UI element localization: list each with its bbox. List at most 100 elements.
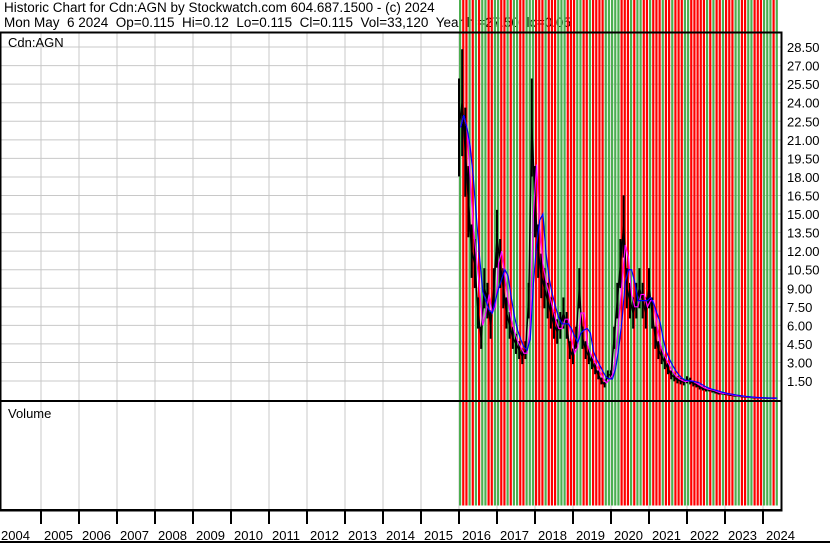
price-tick-label: 25.50 xyxy=(787,77,820,92)
volume-bar xyxy=(645,0,649,506)
volume-bar xyxy=(557,0,560,506)
year-tick-label: 2008 xyxy=(158,528,187,543)
volume-bar xyxy=(709,0,712,506)
volume-bar xyxy=(687,0,690,506)
volume-bar xyxy=(674,0,677,506)
volume-bar xyxy=(554,0,557,506)
price-tick-label: 7.50 xyxy=(787,300,812,315)
volume-bar xyxy=(652,0,655,506)
year-tick-label: 2006 xyxy=(82,528,111,543)
year-tick-label: 2011 xyxy=(272,528,300,543)
volume-bar xyxy=(582,0,585,506)
volume-bar xyxy=(614,0,617,506)
volume-bar xyxy=(655,0,658,506)
volume-bar xyxy=(630,0,633,506)
volume-bar xyxy=(702,0,706,506)
year-tick-label: 2023 xyxy=(728,528,757,543)
price-tick-label: 19.50 xyxy=(787,151,820,166)
volume-bar xyxy=(519,0,522,506)
year-tick-label: 2018 xyxy=(538,528,567,543)
volume-bar xyxy=(731,0,734,506)
year-tick-label: 2020 xyxy=(614,528,643,543)
stock-chart: 28.50 27.00 25.50 24.00 22.50 21.00 19.50 18.00… xyxy=(0,0,830,543)
volume-bar xyxy=(668,0,671,506)
price-panel-title: Cdn:AGN xyxy=(8,35,64,50)
price-tick-label: 4.50 xyxy=(787,337,812,352)
volume-panel-title: Volume xyxy=(8,406,51,421)
volume-bar xyxy=(598,0,601,506)
volume-bar xyxy=(516,0,519,506)
volume-bar xyxy=(683,0,687,506)
volume-bar xyxy=(750,0,753,506)
volume-bar xyxy=(601,0,604,506)
volume-bar xyxy=(775,0,778,506)
volume-bar xyxy=(509,0,512,506)
price-tick-label: 12.00 xyxy=(787,244,820,259)
volume-bar xyxy=(706,0,709,506)
volume-bar xyxy=(712,0,715,506)
volume-bar xyxy=(563,0,566,506)
volume-bar xyxy=(566,0,569,506)
year-tick-label: 2015 xyxy=(424,528,453,543)
volume-bar xyxy=(468,0,471,506)
plot-frame xyxy=(0,31,783,512)
volume-bar xyxy=(728,0,731,506)
volume-bar xyxy=(522,0,525,506)
volume-bar xyxy=(490,0,493,506)
volume-bar xyxy=(649,0,652,506)
volume-bar xyxy=(595,0,598,506)
price-tick-label: 28.50 xyxy=(787,40,820,55)
volume-bar xyxy=(569,0,573,506)
year-tick-label: 2004 xyxy=(1,528,30,543)
volume-bar xyxy=(465,0,468,506)
price-tick-label: 16.50 xyxy=(787,188,820,203)
year-tick-label: 2009 xyxy=(196,528,225,543)
price-tick-label: 13.50 xyxy=(787,226,820,241)
year-tick-label: 2007 xyxy=(120,528,149,543)
year-tick-label: 2013 xyxy=(348,528,377,543)
price-tick-label: 1.50 xyxy=(787,374,812,389)
volume-bar xyxy=(715,0,718,506)
volume-bar xyxy=(611,0,614,506)
price-tick-label: 6.00 xyxy=(787,318,812,333)
year-tick-label: 2005 xyxy=(44,528,73,543)
volume-bar xyxy=(547,0,550,506)
volume-bar xyxy=(693,0,696,506)
volume-bar xyxy=(607,0,611,506)
year-tick-label: 2019 xyxy=(576,528,605,543)
volume-bar xyxy=(763,0,766,506)
volume-bar xyxy=(560,0,563,506)
volume-bar xyxy=(525,0,528,506)
volume-bar xyxy=(506,0,509,506)
volume-bar xyxy=(661,0,664,506)
volume-bar xyxy=(680,0,683,506)
volume-bar xyxy=(744,0,747,506)
price-tick-label: 18.00 xyxy=(787,170,820,185)
volume-bar xyxy=(718,0,721,506)
year-tick-label: 2016 xyxy=(462,528,491,543)
volume-bar xyxy=(481,0,484,506)
volume-bar xyxy=(639,0,642,506)
volume-bar xyxy=(699,0,702,506)
price-tick-label: 15.00 xyxy=(787,207,820,222)
volume-bar xyxy=(579,0,582,506)
volume-bar xyxy=(677,0,680,506)
volume-bar xyxy=(487,0,490,506)
year-tick-label: 2014 xyxy=(386,528,415,543)
volume-bar xyxy=(484,0,487,506)
price-tick-label: 21.00 xyxy=(787,133,820,148)
volume-bar xyxy=(734,0,737,506)
volume-bar xyxy=(769,0,772,506)
year-tick-label: 2010 xyxy=(234,528,263,543)
price-tick-label: 27.00 xyxy=(787,59,820,74)
volume-bar xyxy=(617,0,620,506)
volume-bar xyxy=(636,0,639,506)
volume-bar xyxy=(696,0,699,506)
year-tick-label: 2022 xyxy=(690,528,719,543)
year-tick-label: 2012 xyxy=(310,528,339,543)
volume-bar xyxy=(725,0,728,506)
price-tick-label: 10.50 xyxy=(787,263,820,278)
volume-bar xyxy=(737,0,740,506)
volume-bar xyxy=(747,0,750,506)
volume-bar xyxy=(664,0,668,506)
